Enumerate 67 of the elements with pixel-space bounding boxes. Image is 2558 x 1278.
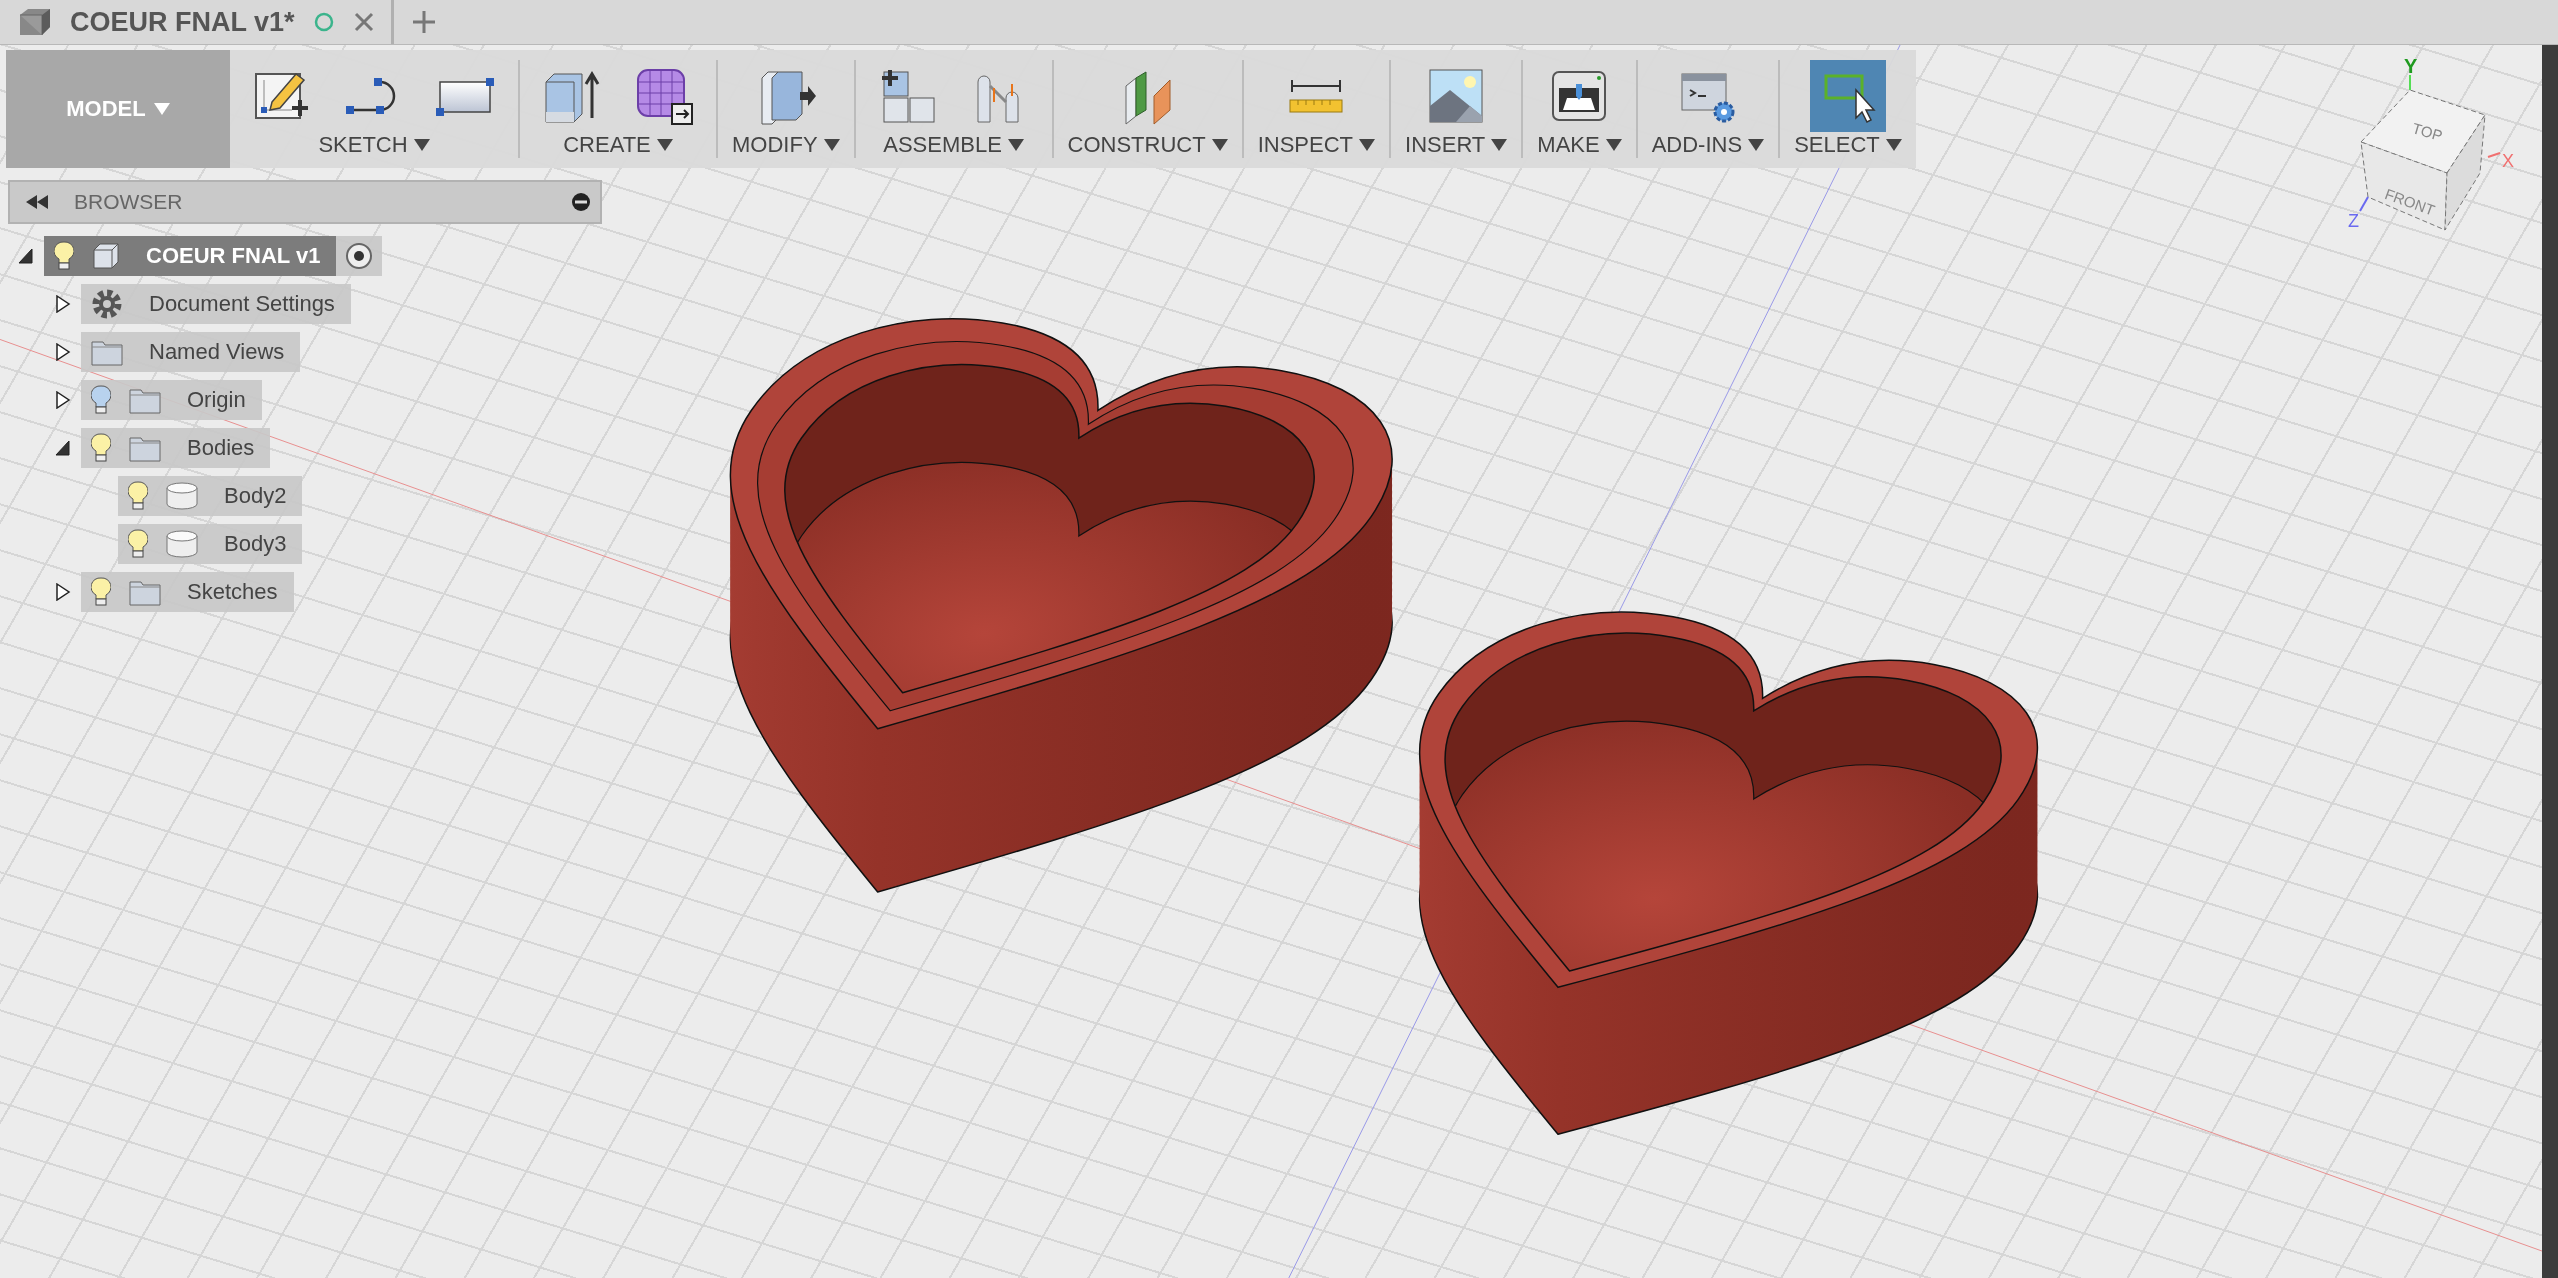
lightbulb-icon[interactable] <box>54 241 74 271</box>
folder-icon <box>129 386 161 414</box>
caret-icon <box>1007 139 1024 151</box>
toolbar-menu-button[interactable]: MAKE <box>1537 132 1622 158</box>
cube-icon <box>92 242 120 270</box>
lightbulb-icon[interactable] <box>91 433 111 463</box>
expand-arrow-icon[interactable] <box>55 583 71 601</box>
grid-cube-icon <box>634 66 694 126</box>
caret-icon <box>153 103 170 115</box>
caret-icon <box>1885 139 1902 151</box>
expand-arrow-icon[interactable] <box>55 391 71 409</box>
browser-item[interactable]: Sketches <box>81 572 294 612</box>
radio-icon[interactable] <box>345 242 374 270</box>
axis-label: Z <box>2348 211 2359 231</box>
lightbulb-icon[interactable] <box>91 385 111 415</box>
toolbar-menu-button[interactable]: CREATE <box>563 132 673 158</box>
view-cube-icon[interactable] <box>2360 89 2486 231</box>
collapse-arrow-icon[interactable] <box>55 439 71 457</box>
toolbar-menu-button[interactable]: ADD-INS <box>1651 132 1765 158</box>
toolbar-menu-button[interactable]: ASSEMBLE <box>883 132 1024 158</box>
plus-icon <box>411 10 436 34</box>
close-icon[interactable] <box>352 11 375 33</box>
browser-item[interactable]: Document Settings <box>81 284 351 324</box>
cube-icon <box>18 7 52 37</box>
lightbulb-icon[interactable] <box>91 577 111 607</box>
caret-icon <box>1359 139 1376 151</box>
z-axis-line <box>2359 196 2369 212</box>
caret-icon <box>413 139 430 151</box>
browser-item[interactable]: Body2 <box>118 476 303 516</box>
toolbar-menu-button[interactable]: SELECT <box>1794 132 1902 158</box>
circle-icon <box>312 11 335 33</box>
browser-item[interactable]: COEUR FNAL v1 <box>44 236 337 276</box>
lightbulb-icon[interactable] <box>128 529 148 559</box>
browser-item[interactable]: Bodies <box>81 428 271 468</box>
axis-label: X <box>2502 151 2514 171</box>
folder-icon <box>129 434 161 462</box>
x-axis-line <box>2487 152 2501 158</box>
toolbar-menu-button[interactable]: CONSTRUCT <box>1067 132 1228 158</box>
browser-title: BROWSER <box>74 190 184 214</box>
toolbar-menu-button[interactable]: INSERT <box>1405 132 1508 158</box>
caret-icon <box>1748 139 1765 151</box>
caret-icon <box>1491 139 1508 151</box>
caret-icon <box>1605 139 1622 151</box>
cylinder-icon <box>166 530 198 558</box>
browser-item[interactable]: Body3 <box>118 524 303 564</box>
toolbar-menu-button[interactable]: MODIFY <box>732 132 840 158</box>
expand-arrow-icon[interactable] <box>55 295 71 313</box>
y-axis-line <box>2409 74 2411 91</box>
toolbar-menu-button[interactable]: SKETCH <box>318 132 430 158</box>
expand-arrow-icon[interactable] <box>55 343 71 361</box>
folder-icon <box>91 338 123 366</box>
collapse-panel-icon[interactable] <box>26 195 48 209</box>
collapse-arrow-icon[interactable] <box>18 247 34 265</box>
browser-item[interactable]: Origin <box>81 380 262 420</box>
toolbar-menu-button[interactable]: INSPECT <box>1257 132 1376 158</box>
cylinder-icon <box>166 482 198 510</box>
minimize-icon[interactable] <box>572 193 590 211</box>
tool-button[interactable] <box>1809 60 1886 132</box>
folder-icon <box>129 578 161 606</box>
caret-icon <box>823 139 840 151</box>
gear-icon <box>91 288 123 320</box>
caret-icon <box>1211 139 1228 151</box>
browser-item[interactable]: Named Views <box>81 332 301 372</box>
caret-icon <box>656 139 673 151</box>
cube-face-label: TOP <box>2410 119 2445 145</box>
axis-label: Y <box>2404 55 2418 77</box>
lightbulb-icon[interactable] <box>128 481 148 511</box>
